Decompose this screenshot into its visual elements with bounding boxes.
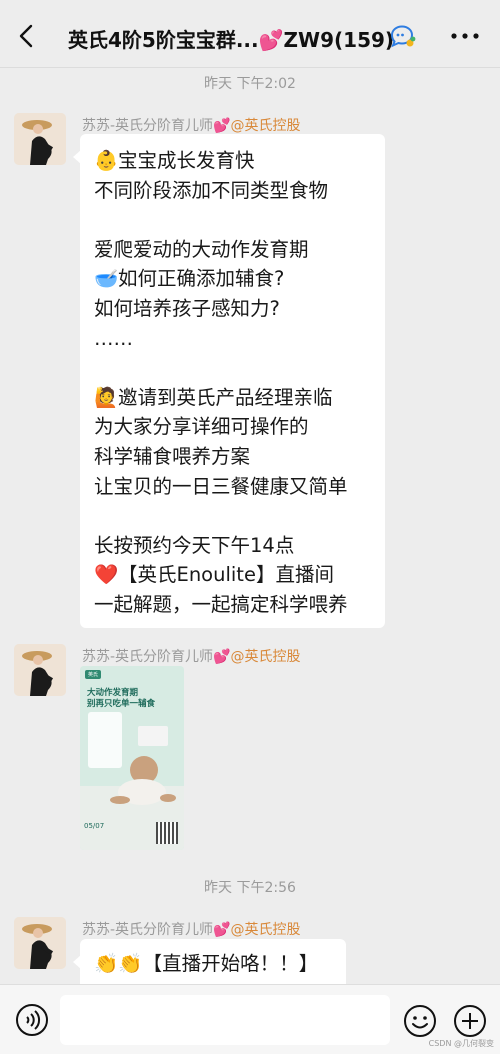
chat-title-suffix: ZW9(159) (283, 28, 395, 52)
poster-title-line: 大动作发育期 (87, 688, 139, 698)
sender-name-text: 苏苏-英氏分阶育儿师 (82, 118, 214, 134)
input-bar: CSDN @几何裂变 (0, 984, 500, 1054)
chat-title: 英氏4阶5阶宝宝群...💕ZW9(159) (68, 24, 398, 53)
message-line (94, 501, 371, 531)
message-text: 如何正确添加辅食? (118, 267, 285, 291)
message-line: 爱爬爱动的大动作发育期 (94, 235, 371, 265)
message-line: 👏👏【直播开始咯！！】 (94, 949, 332, 979)
sender-name: 苏苏-英氏分阶育儿师💕@英氏控股 (82, 115, 301, 135)
message-text: 为大家分享详细可操作的 (94, 415, 309, 439)
message-emoji: 🥣 (94, 267, 119, 291)
message-line (94, 353, 371, 383)
message-text: 【英氏Enoulite】直播间 (118, 563, 334, 587)
sender-name: 苏苏-英氏分阶育儿师💕@英氏控股 (82, 646, 301, 666)
message-text: 科学辅食喂养方案 (94, 444, 251, 468)
poster-brand-tag: 英氏 (85, 670, 102, 679)
message-line: 科学辅食喂养方案 (94, 442, 371, 472)
poster-title: 大动作发育期 别再只吃单一辅食 (87, 688, 155, 710)
poster-date: 05/07 (84, 822, 105, 830)
message-text: 邀请到英氏产品经理亲临 (118, 385, 333, 409)
avatar-image (14, 113, 66, 165)
message-text: 让宝贝的一日三餐健康又简单 (94, 474, 348, 498)
heart-emoji: 💕 (258, 28, 284, 52)
heart-emoji: 💕 (213, 118, 231, 134)
message-line: 如何培养孩子感知力? (94, 294, 371, 324)
sender-corp: @英氏控股 (230, 922, 301, 938)
avatar-image (14, 917, 66, 969)
poster-title-line: 别再只吃单一辅食 (87, 699, 156, 709)
message-input[interactable] (60, 995, 390, 1045)
avatar-image (14, 644, 66, 696)
message-line: ❤️【英氏Enoulite】直播间 (94, 560, 371, 590)
message-emoji: 👶 (94, 149, 119, 172)
qr-code-icon (156, 822, 178, 844)
enterprise-chat-icon (390, 25, 416, 48)
plus-icon[interactable] (452, 1003, 488, 1039)
emoji-icon[interactable] (402, 1003, 438, 1039)
message-text: …… (94, 326, 133, 350)
heart-emoji: 💕 (213, 922, 231, 938)
avatar[interactable] (14, 113, 66, 165)
heart-emoji: 💕 (213, 649, 231, 665)
message-line: 一起解题，一起搞定科学喂养 (94, 590, 371, 620)
message-text: 一起解题，一起搞定科学喂养 (94, 592, 348, 616)
message-text: 如何培养孩子感知力? (94, 296, 280, 320)
back-arrow-icon[interactable] (14, 22, 40, 50)
message-line: 长按预约今天下午14点 (94, 531, 371, 561)
message-line: 让宝贝的一日三餐健康又简单 (94, 472, 371, 502)
timestamp: 昨天 下午2:56 (204, 880, 296, 896)
message-line: 🥣如何正确添加辅食? (94, 264, 371, 294)
clap-emoji: 👏👏 (94, 952, 143, 975)
message-text: 不同阶段添加不同类型食物 (94, 178, 329, 202)
watermark: CSDN @几何裂变 (428, 1039, 494, 1048)
sender-name-text: 苏苏-英氏分阶育儿师 (82, 922, 214, 938)
avatar[interactable] (14, 917, 66, 969)
message-line: 为大家分享详细可操作的 (94, 412, 371, 442)
message-line: 👶宝宝成长发育快 (94, 146, 371, 176)
message-line: …… (94, 324, 371, 354)
avatar[interactable] (14, 644, 66, 696)
message-line (94, 205, 371, 235)
message-line: 🙋邀请到英氏产品经理亲临 (94, 383, 371, 413)
message-bubble[interactable]: 👶宝宝成长发育快 不同阶段添加不同类型食物 爱爬爱动的大动作发育期 🥣如何正确添加辅食… (73, 134, 385, 628)
message-text: 长按预约今天下午14点 (94, 533, 295, 557)
chat-title-text: 英氏4阶5阶宝宝群... (68, 28, 259, 52)
message-text: 宝宝成长发育快 (118, 149, 255, 172)
image-message[interactable]: 英氏 大动作发育期 别再只吃单一辅食 05/07 (80, 666, 184, 850)
message-text: 【直播开始咯！！】 (142, 952, 319, 975)
chat-header: 英氏4阶5阶宝宝群...💕ZW9(159) (0, 0, 500, 68)
sender-corp: @英氏控股 (230, 118, 301, 134)
voice-input-icon[interactable] (15, 1003, 49, 1037)
message-emoji: 🙋 (94, 385, 119, 409)
sender-name: 苏苏-英氏分阶育儿师💕@英氏控股 (82, 919, 301, 939)
message-line: 不同阶段添加不同类型食物 (94, 176, 371, 206)
message-emoji: ❤️ (94, 563, 119, 587)
timestamp: 昨天 下午2:02 (204, 76, 296, 92)
more-options-icon[interactable] (448, 24, 482, 48)
sender-corp: @英氏控股 (230, 649, 301, 665)
message-text: 爱爬爱动的大动作发育期 (94, 237, 309, 261)
sender-name-text: 苏苏-英氏分阶育儿师 (82, 649, 214, 665)
